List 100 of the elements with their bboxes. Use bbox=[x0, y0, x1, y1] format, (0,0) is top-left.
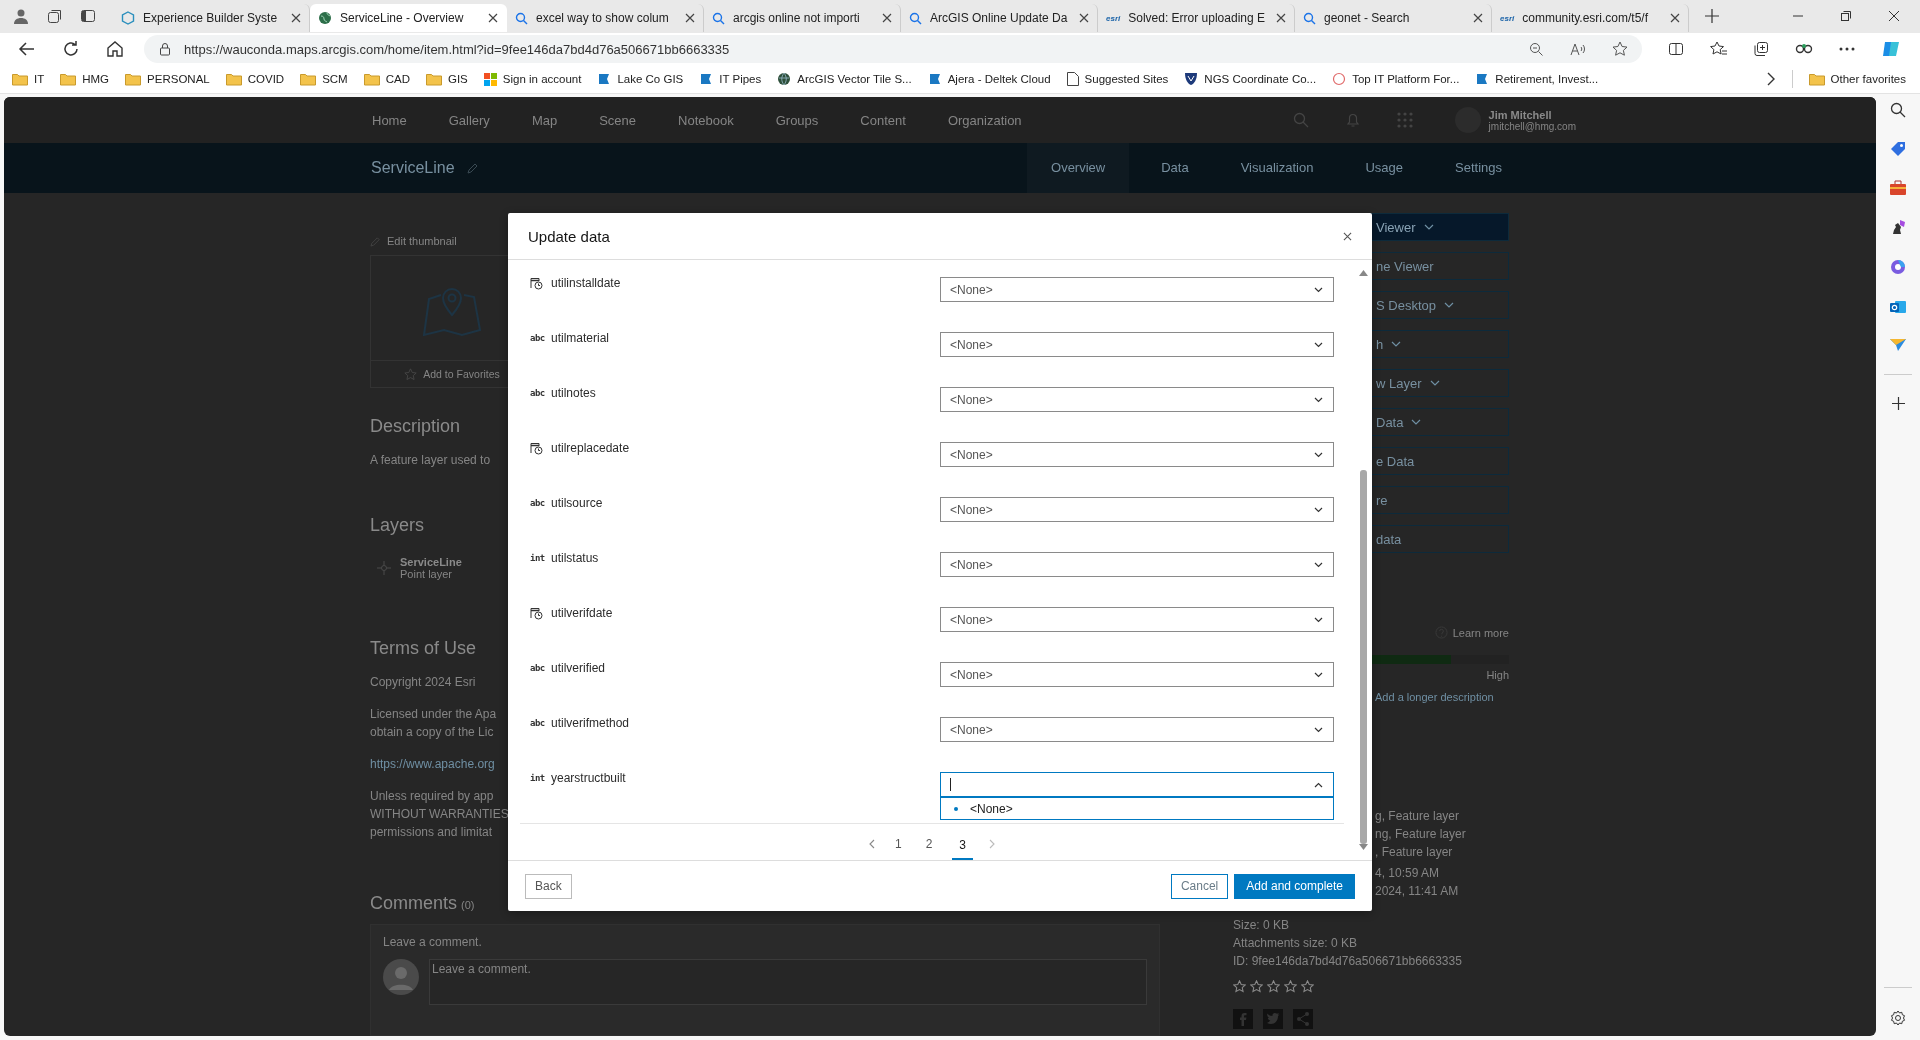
browser-tab[interactable]: esri community.esri.com/t5/f bbox=[1492, 4, 1689, 33]
favorite-link[interactable]: IT bbox=[12, 72, 45, 86]
restore-icon[interactable] bbox=[1840, 10, 1852, 23]
field-mapping-dropdown[interactable] bbox=[940, 772, 1334, 797]
read-aloud-icon[interactable] bbox=[1570, 41, 1586, 57]
nav-link[interactable]: Home bbox=[372, 112, 407, 128]
close-icon[interactable] bbox=[1276, 13, 1286, 24]
add-icon[interactable] bbox=[1891, 397, 1905, 410]
paper-plane-icon[interactable] bbox=[1889, 338, 1907, 352]
browser-tab[interactable]: geonet - Search bbox=[1295, 4, 1492, 33]
close-icon[interactable] bbox=[1343, 231, 1352, 241]
back-button[interactable]: Back bbox=[525, 873, 572, 899]
home-icon[interactable] bbox=[106, 40, 124, 59]
search-icon[interactable] bbox=[1890, 102, 1906, 118]
profile-icon[interactable] bbox=[12, 7, 30, 26]
tag-icon[interactable] bbox=[1889, 140, 1907, 158]
field-mapping-dropdown[interactable]: <None> bbox=[940, 552, 1334, 577]
item-tab[interactable]: Data bbox=[1141, 143, 1209, 193]
more-icon[interactable] bbox=[1839, 47, 1855, 52]
field-mapping-dropdown[interactable]: <None> bbox=[940, 717, 1334, 742]
favorite-link[interactable]: Top IT Platform For... bbox=[1332, 72, 1460, 87]
close-icon[interactable] bbox=[1473, 13, 1483, 24]
split-screen-icon[interactable] bbox=[1668, 41, 1684, 58]
browser-tab[interactable]: excel way to show colum bbox=[507, 4, 704, 33]
favorite-link[interactable]: Suggested Sites bbox=[1066, 72, 1169, 87]
add-description-link[interactable]: Add a longer description bbox=[1375, 691, 1494, 703]
new-tab-icon[interactable] bbox=[1705, 9, 1719, 24]
other-favorites-link[interactable]: Other favorites bbox=[1808, 72, 1906, 86]
chevron-right-icon[interactable] bbox=[1765, 72, 1776, 87]
nav-link[interactable]: Map bbox=[531, 112, 558, 128]
favorite-link[interactable]: PERSONAL bbox=[125, 72, 210, 86]
favorite-link[interactable]: HMG bbox=[60, 72, 110, 86]
dropdown-option[interactable]: <None> bbox=[941, 798, 1333, 819]
field-mapping-dropdown[interactable]: <None> bbox=[940, 497, 1334, 522]
browser-tab[interactable]: esri Solved: Error uploading E bbox=[1098, 4, 1295, 33]
favorite-link[interactable]: IT Pipes bbox=[699, 72, 762, 87]
field-mapping-dropdown[interactable]: <None> bbox=[940, 387, 1334, 412]
close-icon[interactable] bbox=[291, 13, 301, 24]
favorite-link[interactable]: Sign in account bbox=[483, 72, 582, 86]
field-mapping-dropdown[interactable]: <None> bbox=[940, 607, 1334, 632]
close-icon[interactable] bbox=[1670, 13, 1680, 24]
scroll-up-icon[interactable] bbox=[1359, 270, 1368, 276]
nav-link[interactable]: Organization bbox=[947, 112, 1022, 128]
star-icon[interactable] bbox=[1284, 980, 1297, 993]
nav-link[interactable]: Content bbox=[860, 112, 906, 128]
address-field[interactable]: https://wauconda.maps.arcgis.com/home/item.html?id=9fee146da7bd4d76a506671bb6663335 bbox=[144, 35, 1642, 64]
browser-tab[interactable]: ArcGIS Online Update Da bbox=[901, 4, 1098, 33]
settings-icon[interactable] bbox=[1890, 1010, 1906, 1026]
item-tab[interactable]: Overview bbox=[1027, 143, 1130, 193]
close-icon[interactable] bbox=[1079, 13, 1089, 24]
close-icon[interactable] bbox=[488, 13, 498, 24]
nav-link[interactable]: Scene bbox=[599, 112, 637, 128]
scrollbar[interactable] bbox=[1359, 270, 1368, 850]
comment-input[interactable]: Leave a comment. bbox=[429, 959, 1147, 1005]
license-link[interactable]: https://www.apache.org bbox=[370, 755, 495, 773]
favorite-link[interactable]: Lake Co GIS bbox=[597, 72, 684, 87]
layer-name[interactable]: ServiceLine bbox=[400, 556, 462, 568]
favorite-link[interactable]: GIS bbox=[426, 72, 468, 86]
page-link[interactable]: 3 bbox=[952, 829, 974, 860]
edit-thumbnail-link[interactable]: Edit thumbnail bbox=[387, 235, 457, 247]
zoom-out-icon[interactable] bbox=[1529, 41, 1544, 57]
close-icon[interactable] bbox=[882, 13, 892, 24]
close-icon[interactable] bbox=[1888, 10, 1900, 23]
mail-icon[interactable] bbox=[1889, 298, 1907, 316]
field-mapping-dropdown[interactable]: <None> bbox=[940, 277, 1334, 302]
page-link[interactable]: 1 bbox=[890, 828, 906, 859]
field-mapping-dropdown[interactable]: <None> bbox=[940, 662, 1334, 687]
nav-link[interactable]: Notebook bbox=[678, 112, 734, 128]
tab-actions-icon[interactable] bbox=[80, 8, 96, 25]
star-icon[interactable] bbox=[1233, 980, 1246, 993]
refresh-icon[interactable] bbox=[62, 40, 80, 59]
nav-link[interactable]: Gallery bbox=[448, 112, 490, 128]
favorite-link[interactable]: CAD bbox=[363, 72, 410, 86]
favorite-link[interactable]: NGS Coordinate Co... bbox=[1184, 72, 1317, 87]
favorite-link[interactable]: ArcGIS Vector Tile S... bbox=[777, 72, 912, 87]
favorite-link[interactable]: Retirement, Invest... bbox=[1475, 72, 1599, 87]
favorite-link[interactable]: COVID bbox=[225, 72, 285, 86]
field-mapping-dropdown[interactable]: <None> bbox=[940, 332, 1334, 357]
star-icon[interactable] bbox=[1612, 41, 1628, 58]
item-tab[interactable]: Usage bbox=[1345, 143, 1423, 193]
item-tab[interactable]: Visualization bbox=[1220, 143, 1334, 193]
field-mapping-dropdown[interactable]: <None> bbox=[940, 442, 1334, 467]
copilot-icon[interactable] bbox=[1889, 258, 1907, 276]
page-link[interactable]: 2 bbox=[921, 828, 937, 859]
star-icon[interactable] bbox=[1301, 980, 1314, 993]
toolbox-icon[interactable] bbox=[1889, 180, 1907, 196]
browser-tab[interactable]: ServiceLine - Overview bbox=[310, 4, 507, 33]
star-icon[interactable] bbox=[1250, 980, 1263, 993]
browser-tab[interactable]: arcgis online not importi bbox=[704, 4, 901, 33]
scroll-down-icon[interactable] bbox=[1359, 844, 1368, 850]
star-icon[interactable] bbox=[1267, 980, 1280, 993]
favorites-icon[interactable] bbox=[1710, 41, 1727, 58]
item-tab[interactable]: Settings bbox=[1435, 143, 1522, 193]
favorite-link[interactable]: Ajera - Deltek Cloud bbox=[927, 72, 1051, 87]
cancel-button[interactable]: Cancel bbox=[1170, 873, 1229, 899]
nav-link[interactable]: Groups bbox=[775, 112, 819, 128]
favorite-link[interactable]: SCM bbox=[300, 72, 348, 86]
add-and-complete-button[interactable]: Add and complete bbox=[1234, 873, 1355, 899]
learn-more-link[interactable]: Learn more bbox=[1452, 626, 1509, 639]
workspaces-icon[interactable] bbox=[47, 8, 63, 25]
